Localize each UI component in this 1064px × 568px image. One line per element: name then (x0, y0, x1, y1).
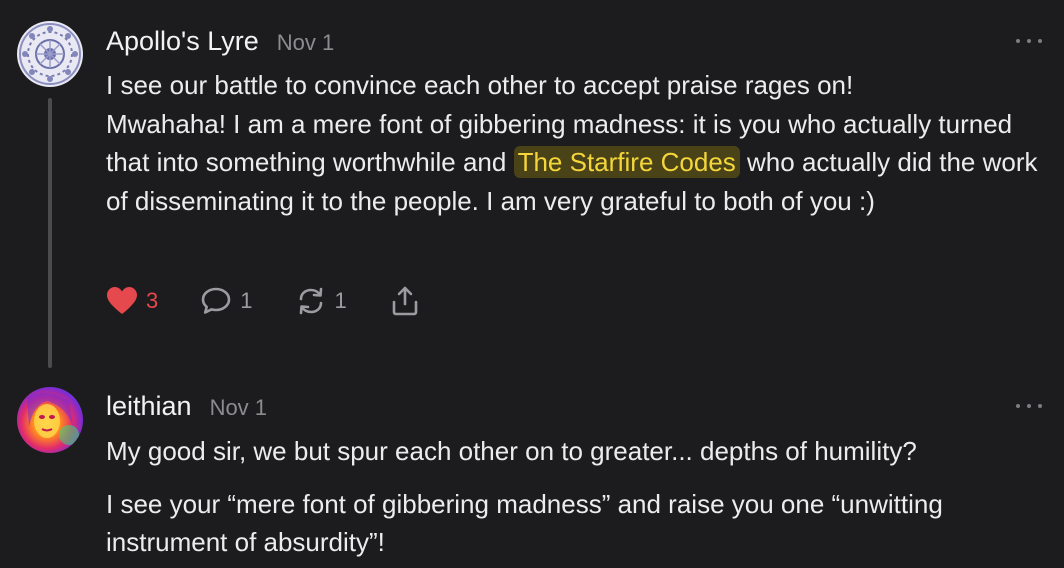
heart-icon (107, 287, 137, 314)
comment-header: leithian Nov 1 (106, 391, 267, 422)
more-options-button[interactable] (1016, 37, 1042, 45)
thread-line (48, 98, 52, 368)
like-button[interactable]: 3 (106, 286, 158, 316)
reply-button[interactable]: 1 (200, 286, 253, 316)
comment-date[interactable]: Nov 1 (277, 30, 334, 56)
dot-icon (1016, 404, 1020, 408)
speech-bubble-icon (201, 287, 231, 314)
thermal-portrait-icon (17, 387, 83, 453)
comment-body: My good sir, we but spur each other on t… (106, 432, 1051, 562)
share-button[interactable] (389, 285, 421, 317)
dot-icon (1038, 404, 1042, 408)
mention-link[interactable]: The Starfire Codes (513, 146, 740, 178)
like-count: 3 (146, 288, 159, 313)
author-name[interactable]: leithian (106, 391, 192, 422)
author-name[interactable]: Apollo's Lyre (106, 26, 259, 57)
mandala-pattern-icon (17, 21, 83, 87)
comment-date[interactable]: Nov 1 (210, 395, 267, 421)
dot-icon (1016, 39, 1020, 43)
comment-paragraph: I see our battle to convince each other … (106, 66, 1051, 220)
body-line-1: I see our battle to convince each other … (106, 70, 854, 100)
reply-count: 1 (240, 288, 253, 313)
restack-button[interactable]: 1 (295, 286, 347, 316)
comment-header: Apollo's Lyre Nov 1 (106, 26, 334, 57)
dot-icon (1027, 404, 1031, 408)
comment-paragraph: I see your “mere font of gibbering madne… (106, 488, 943, 558)
restack-arrows-icon (299, 287, 322, 315)
avatar[interactable] (17, 21, 83, 87)
avatar[interactable] (17, 387, 83, 453)
restack-count: 1 (334, 288, 347, 313)
dot-icon (1038, 39, 1042, 43)
dot-icon (1027, 39, 1031, 43)
share-icon (392, 286, 418, 316)
more-options-button[interactable] (1016, 402, 1042, 410)
comment-paragraph: My good sir, we but spur each other on t… (106, 436, 917, 466)
comment-body: I see our battle to convince each other … (106, 66, 1051, 220)
comment-actions: 3 1 1 (106, 282, 463, 320)
